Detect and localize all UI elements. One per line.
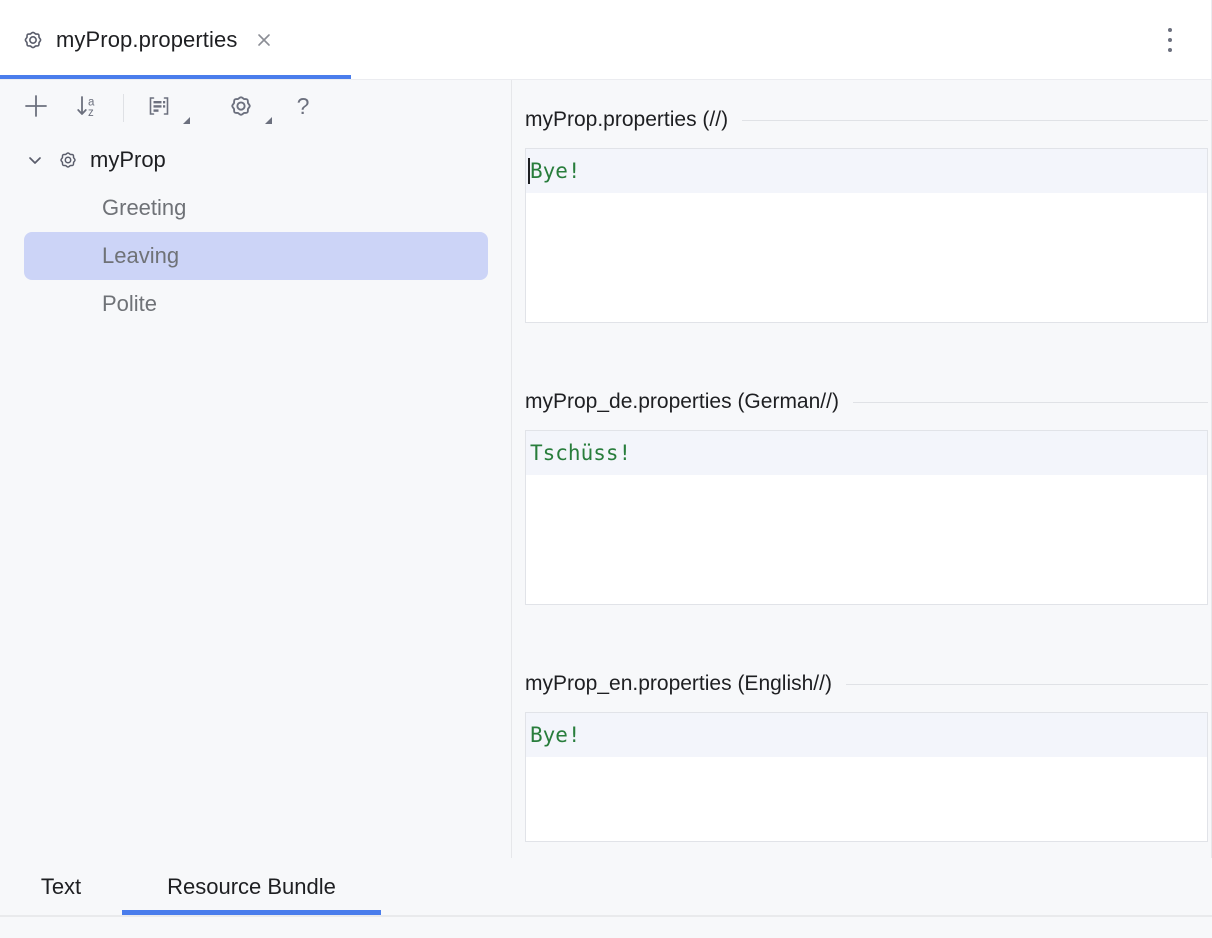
settings-dropdown-arrow-icon[interactable]	[265, 117, 272, 124]
sort-button[interactable]: a z	[71, 91, 105, 125]
value-editor-de[interactable]: Tschüss!	[525, 430, 1208, 605]
tree-root-label: myProp	[90, 147, 166, 173]
locale-header: myProp.properties (//)	[525, 106, 1208, 134]
add-property-button[interactable]	[19, 91, 53, 125]
tab-resource-bundle[interactable]: Resource Bundle	[122, 858, 381, 915]
editor-tab-myprop-properties[interactable]: myProp.properties	[0, 0, 351, 79]
tree-item-label: Greeting	[102, 195, 186, 221]
gear-icon	[226, 91, 256, 126]
locale-block-default: myProp.properties (//) Bye!	[525, 106, 1208, 323]
tab-resource-bundle-label: Resource Bundle	[167, 874, 336, 900]
locale-header: myProp_de.properties (German//)	[525, 388, 1208, 416]
keys-toolbar: a z	[0, 80, 512, 136]
locale-rule	[742, 120, 1208, 121]
value-text: Tschüss!	[528, 441, 631, 465]
value-editor-default[interactable]: Bye!	[525, 148, 1208, 323]
tree-item-label: Leaving	[102, 243, 179, 269]
locale-header: myProp_en.properties (English//)	[525, 670, 1208, 698]
tree-item-greeting[interactable]: Greeting	[0, 184, 512, 232]
value-text: Bye!	[530, 159, 581, 183]
svg-text:z: z	[88, 107, 94, 119]
locale-rule	[846, 684, 1208, 685]
value-editor-en[interactable]: Bye!	[525, 712, 1208, 842]
editor-tab-bar: myProp.properties	[0, 0, 1212, 80]
properties-gear-icon	[56, 148, 80, 172]
locale-rule	[853, 402, 1208, 403]
locale-block-de: myProp_de.properties (German//) Tschüss!	[525, 388, 1208, 605]
close-icon[interactable]	[253, 29, 275, 51]
locale-block-en: myProp_en.properties (English//) Bye!	[525, 670, 1208, 842]
resource-bundle-editor: myProp.properties	[0, 0, 1212, 938]
tab-text[interactable]: Text	[0, 858, 122, 915]
editor-tab-label: myProp.properties	[56, 27, 237, 53]
help-button[interactable]: ?	[286, 91, 320, 125]
locale-title: myProp_en.properties (English//)	[525, 672, 846, 696]
active-tab-indicator	[0, 75, 351, 79]
values-panel: myProp.properties (//) Bye! myProp_de.pr…	[512, 80, 1212, 858]
bottom-tab-bar: Text Resource Bundle	[0, 858, 1212, 938]
chevron-down-icon[interactable]	[22, 147, 48, 173]
tab-text-label: Text	[41, 874, 81, 900]
properties-list-icon	[144, 91, 174, 126]
plus-icon	[21, 91, 51, 126]
properties-gear-icon	[20, 27, 46, 53]
bottom-rule	[0, 915, 1212, 917]
sort-alphabetically-icon: a z	[73, 91, 103, 126]
bottom-tabs: Text Resource Bundle	[0, 858, 1212, 915]
tree-item-leaving[interactable]: Leaving	[24, 232, 488, 280]
tree-item-label: Polite	[102, 291, 157, 317]
locale-title: myProp_de.properties (German//)	[525, 390, 853, 414]
svg-text:?: ?	[297, 93, 310, 119]
value-current-line[interactable]: Bye!	[526, 149, 1207, 193]
tree-item-polite[interactable]: Polite	[0, 280, 512, 328]
value-current-line[interactable]: Bye!	[526, 713, 1207, 757]
value-current-line[interactable]: Tschüss!	[526, 431, 1207, 475]
value-text: Bye!	[528, 723, 581, 747]
locale-title: myProp.properties (//)	[525, 108, 742, 132]
tree-root-myprop[interactable]: myProp	[0, 136, 512, 184]
keys-panel: a z	[0, 80, 512, 858]
question-mark-icon: ?	[288, 91, 318, 126]
group-keys-button[interactable]	[142, 91, 176, 125]
settings-button[interactable]	[224, 91, 258, 125]
toolbar-separator	[123, 94, 124, 122]
group-keys-dropdown-arrow-icon[interactable]	[183, 117, 190, 124]
properties-key-tree[interactable]: myProp Greeting Leaving Polite	[0, 136, 512, 328]
more-vertical-icon[interactable]	[1158, 24, 1182, 56]
